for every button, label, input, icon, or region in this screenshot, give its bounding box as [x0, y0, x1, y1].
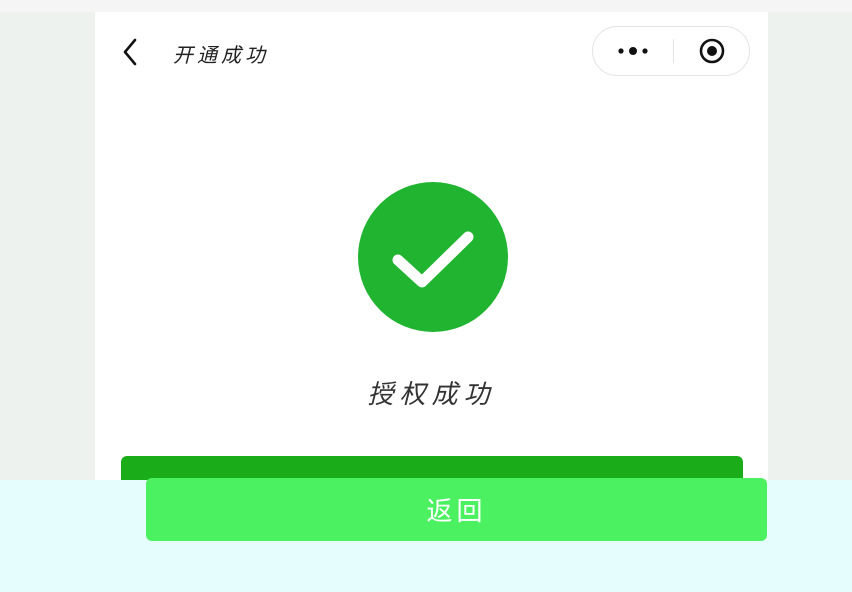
capsule-menu — [592, 26, 750, 76]
more-button[interactable] — [593, 27, 673, 75]
status-text: 授权成功 — [367, 380, 496, 410]
check-icon — [392, 231, 474, 288]
mini-program-page: 开通成功 授权成功 — [95, 12, 768, 492]
return-button[interactable]: 返回 — [146, 478, 767, 541]
page-title: 开通成功 — [173, 43, 269, 67]
close-button[interactable] — [674, 27, 750, 75]
target-close-icon — [699, 38, 725, 64]
chevron-left-icon — [123, 38, 137, 66]
back-button[interactable] — [115, 34, 145, 70]
return-button-label: 返回 — [426, 497, 487, 527]
navigation-bar: 开通成功 — [95, 12, 768, 92]
success-badge — [358, 182, 508, 332]
more-dots-icon — [618, 47, 648, 55]
top-background-band — [0, 0, 852, 12]
